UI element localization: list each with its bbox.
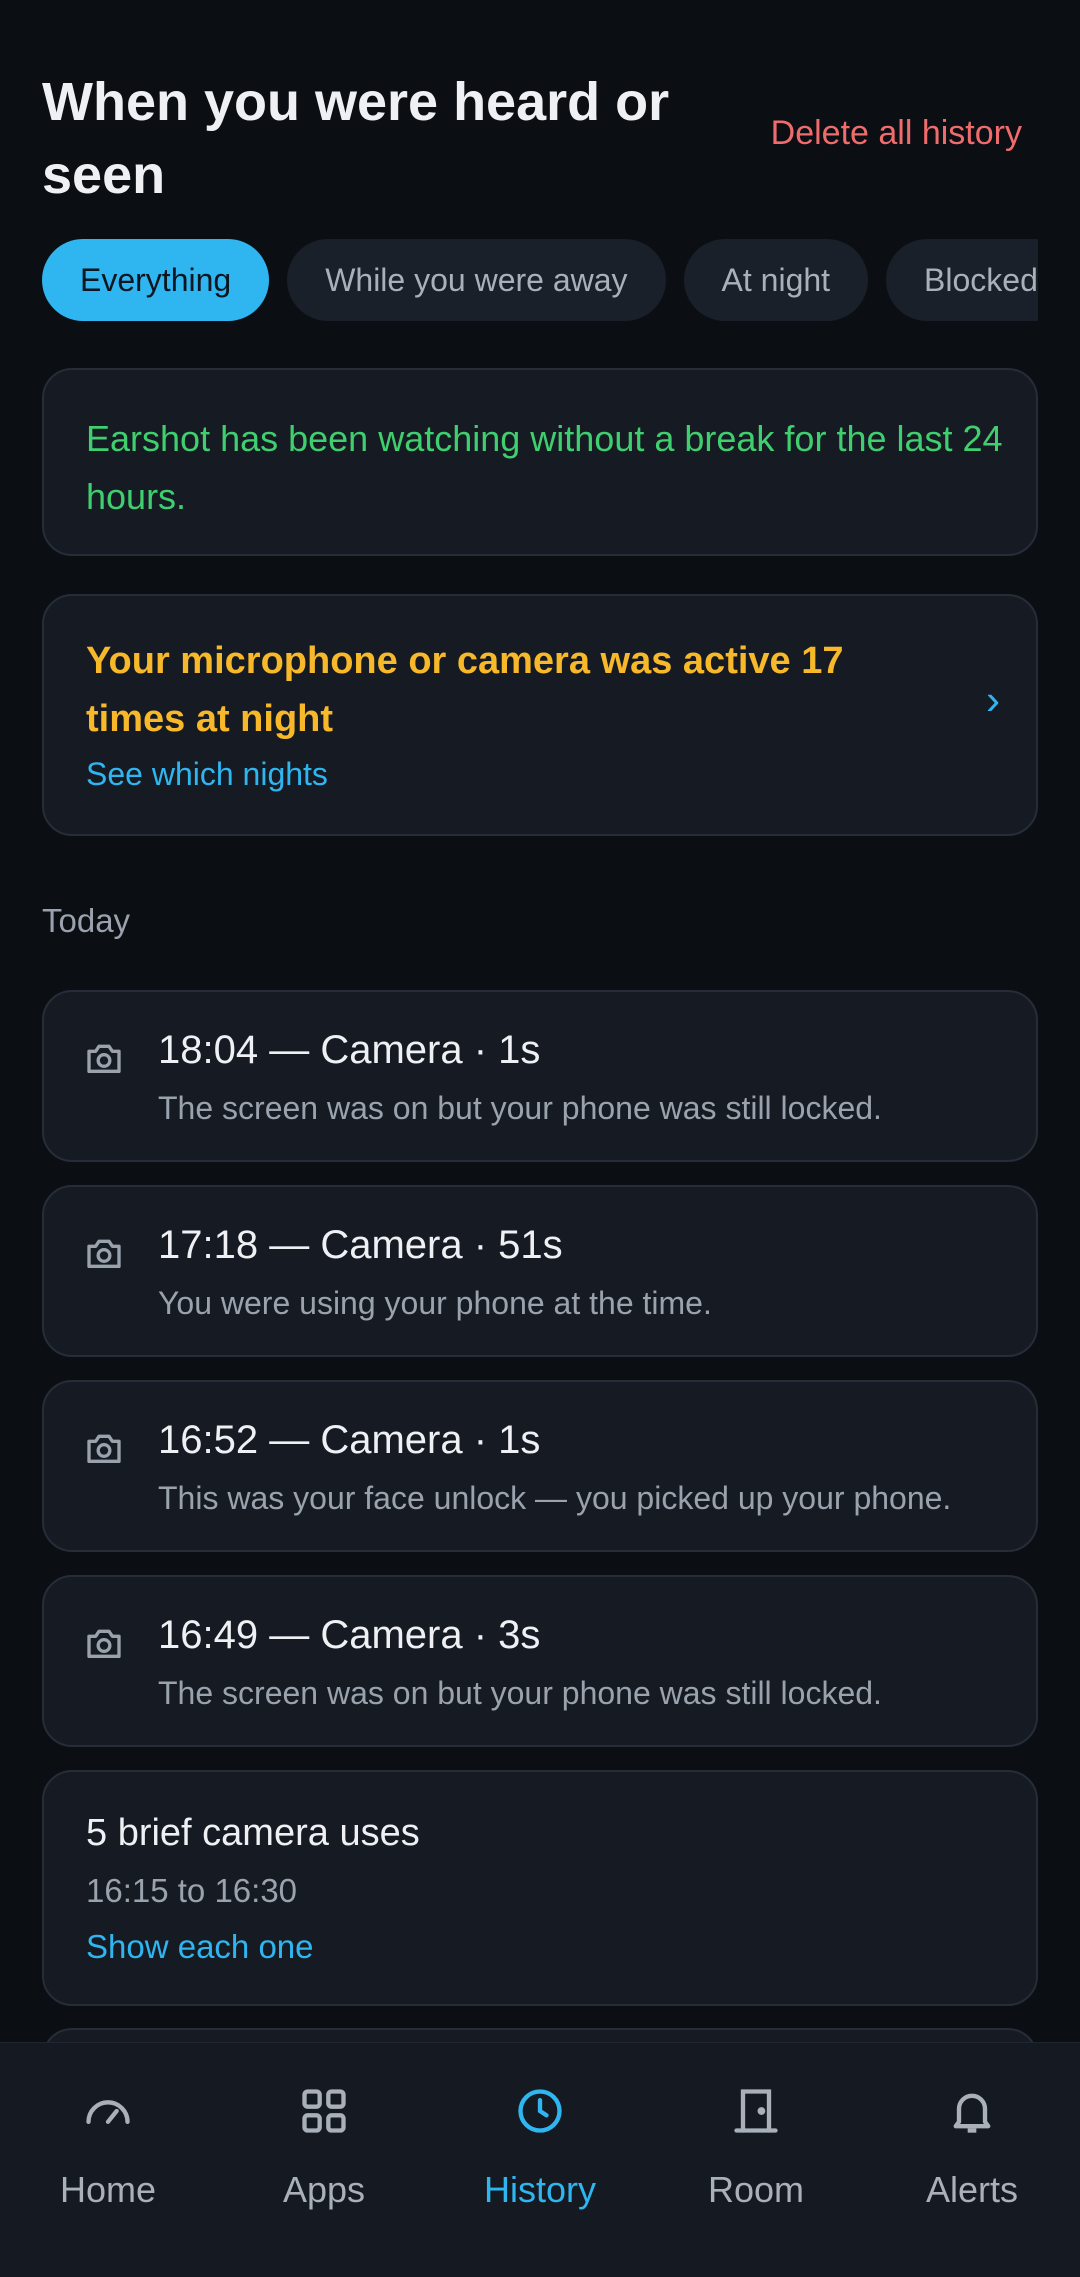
door-icon <box>734 2089 778 2133</box>
filter-chip-at-night[interactable]: At night <box>683 239 869 321</box>
event-title: 16:52 — Camera · 1s <box>158 1418 541 1462</box>
nav-label: Alerts <box>925 2169 1019 2210</box>
event-description: The screen was on but your phone was sti… <box>158 1675 882 1711</box>
camera-icon <box>87 1434 121 1463</box>
nav-room[interactable]: Room <box>648 2043 864 2277</box>
grid-icon <box>302 2089 346 2133</box>
nav-alerts[interactable]: Alerts <box>864 2043 1080 2277</box>
brief-uses-group: 5 brief camera uses 16:15 to 16:30 Show … <box>42 1770 1038 2006</box>
history-event[interactable]: 16:52 — Camera · 1s This was your face u… <box>42 1380 1038 1552</box>
filter-chip-while-away[interactable]: While you were away <box>287 239 666 321</box>
nav-label: History <box>483 2169 596 2210</box>
section-label-today: Today <box>42 902 131 939</box>
filter-chip-everything[interactable]: Everything <box>42 239 270 321</box>
filter-chip-blocked[interactable]: Blocked <box>886 239 1038 321</box>
nav-apps[interactable]: Apps <box>216 2043 432 2277</box>
nav-history[interactable]: History <box>432 2043 648 2277</box>
nav-label: Room <box>707 2169 805 2210</box>
bell-icon <box>953 2093 991 2133</box>
delete-all-history-button[interactable]: Delete all history <box>771 114 1022 153</box>
history-event[interactable]: 18:04 — Camera · 1s The screen was on bu… <box>42 990 1038 1162</box>
night-activity-card[interactable]: Your microphone or camera was active 17 … <box>42 594 1038 836</box>
page-title: When you were heard or seen <box>42 72 670 205</box>
nav-home[interactable]: Home <box>0 2043 216 2277</box>
nav-label: Apps <box>282 2169 366 2210</box>
show-each-one-link[interactable]: Show each one <box>86 1928 314 1966</box>
camera-icon <box>87 1629 121 1658</box>
brief-uses-title: 5 brief camera uses <box>86 1812 420 1854</box>
event-description: This was your face unlock — you picked u… <box>158 1480 952 1516</box>
event-description: The screen was on but your phone was sti… <box>158 1090 882 1126</box>
clock-icon <box>518 2089 562 2133</box>
bottom-navigation: Home Apps History Room Alerts <box>0 2042 1080 2277</box>
camera-icon <box>87 1044 121 1073</box>
filter-chips: Everything While you were away At night Blo… <box>42 239 1038 321</box>
nav-label: Home <box>59 2169 157 2210</box>
event-title: 18:04 — Camera · 1s <box>158 1028 541 1072</box>
event-title: 16:49 — Camera · 3s <box>158 1613 541 1657</box>
watch-status-card: Earshot has been watching without a brea… <box>42 368 1038 556</box>
see-which-nights-link[interactable]: See which nights <box>86 756 328 793</box>
camera-icon <box>87 1239 121 1268</box>
event-title: 17:18 — Camera · 51s <box>158 1223 563 1267</box>
gauge-icon <box>86 2100 130 2124</box>
history-event[interactable]: 17:18 — Camera · 51s You were using your… <box>42 1185 1038 1357</box>
watch-status-text: Earshot has been watching without a brea… <box>86 418 1003 517</box>
chevron-right-icon: › <box>986 676 1000 723</box>
history-event[interactable]: 16:49 — Camera · 3s The screen was on bu… <box>42 1575 1038 1747</box>
brief-uses-range: 16:15 to 16:30 <box>86 1872 298 1909</box>
night-activity-title: Your microphone or camera was active 17 … <box>86 640 844 740</box>
event-description: You were using your phone at the time. <box>158 1285 712 1321</box>
